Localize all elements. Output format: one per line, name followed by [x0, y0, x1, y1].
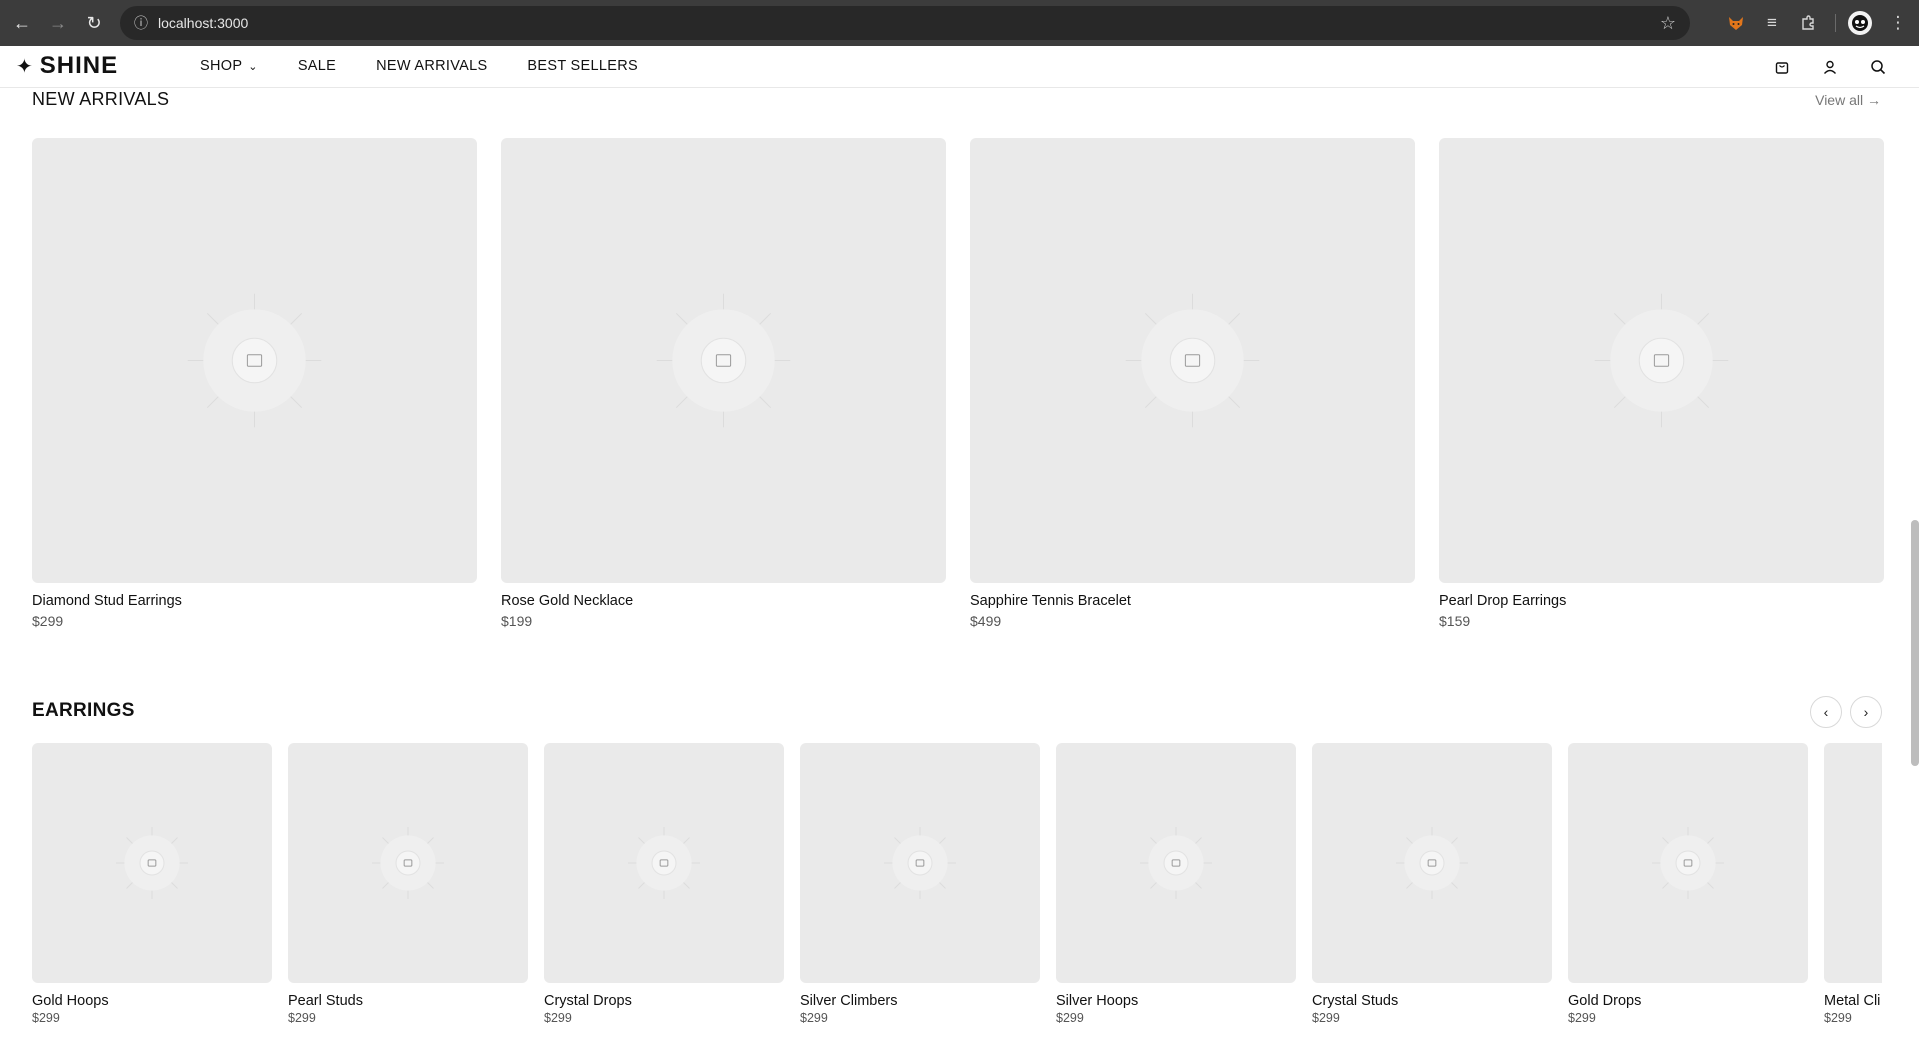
- product-price: $299: [544, 1011, 572, 1025]
- earrings-carousel: Gold Hoops $299 Pearl Studs $299 Crystal D…: [0, 0, 1882, 1039]
- browser-menu-icon[interactable]: ⋮: [1880, 0, 1916, 46]
- product-image[interactable]: [1824, 743, 1882, 983]
- image-placeholder-icon: [1824, 743, 1882, 983]
- product-price: $299: [800, 1011, 828, 1025]
- product-card[interactable]: Crystal Studs $299: [1312, 743, 1552, 1033]
- product-image[interactable]: [1568, 743, 1808, 983]
- product-image[interactable]: [288, 743, 528, 983]
- image-placeholder-icon: [372, 827, 444, 899]
- product-image[interactable]: [544, 743, 784, 983]
- product-price: $299: [288, 1011, 316, 1025]
- page-scrollbar[interactable]: [1911, 520, 1919, 766]
- image-placeholder-icon: [1140, 827, 1212, 899]
- product-card[interactable]: Crystal Drops $299: [544, 743, 784, 1033]
- product-name[interactable]: Crystal Drops: [544, 993, 632, 1009]
- product-price: $299: [1568, 1011, 1596, 1025]
- product-image[interactable]: [32, 743, 272, 983]
- product-name[interactable]: Gold Drops: [1568, 993, 1641, 1009]
- product-card[interactable]: Metal Cli $299: [1824, 743, 1882, 1033]
- product-name[interactable]: Silver Hoops: [1056, 993, 1138, 1009]
- image-placeholder-icon: [1652, 827, 1724, 899]
- product-card[interactable]: Silver Hoops $299: [1056, 743, 1296, 1033]
- product-name[interactable]: Crystal Studs: [1312, 993, 1398, 1009]
- product-price: $299: [32, 1011, 60, 1025]
- image-placeholder-icon: [628, 827, 700, 899]
- product-card[interactable]: Gold Drops $299: [1568, 743, 1808, 1033]
- product-card[interactable]: Gold Hoops $299: [32, 743, 272, 1033]
- image-placeholder-icon: [116, 827, 188, 899]
- product-card[interactable]: Silver Climbers $299: [800, 743, 1040, 1033]
- product-price: $299: [1056, 1011, 1084, 1025]
- product-name[interactable]: Gold Hoops: [32, 993, 109, 1009]
- product-image[interactable]: [1056, 743, 1296, 983]
- product-image[interactable]: [800, 743, 1040, 983]
- product-name[interactable]: Metal Cli: [1824, 993, 1880, 1009]
- product-name[interactable]: Pearl Studs: [288, 993, 363, 1009]
- product-price: $299: [1312, 1011, 1340, 1025]
- product-price: $299: [1824, 1011, 1852, 1025]
- image-placeholder-icon: [884, 827, 956, 899]
- product-image[interactable]: [1312, 743, 1552, 983]
- product-name[interactable]: Silver Climbers: [800, 993, 898, 1009]
- image-placeholder-icon: [1396, 827, 1468, 899]
- product-card[interactable]: Pearl Studs $299: [288, 743, 528, 1033]
